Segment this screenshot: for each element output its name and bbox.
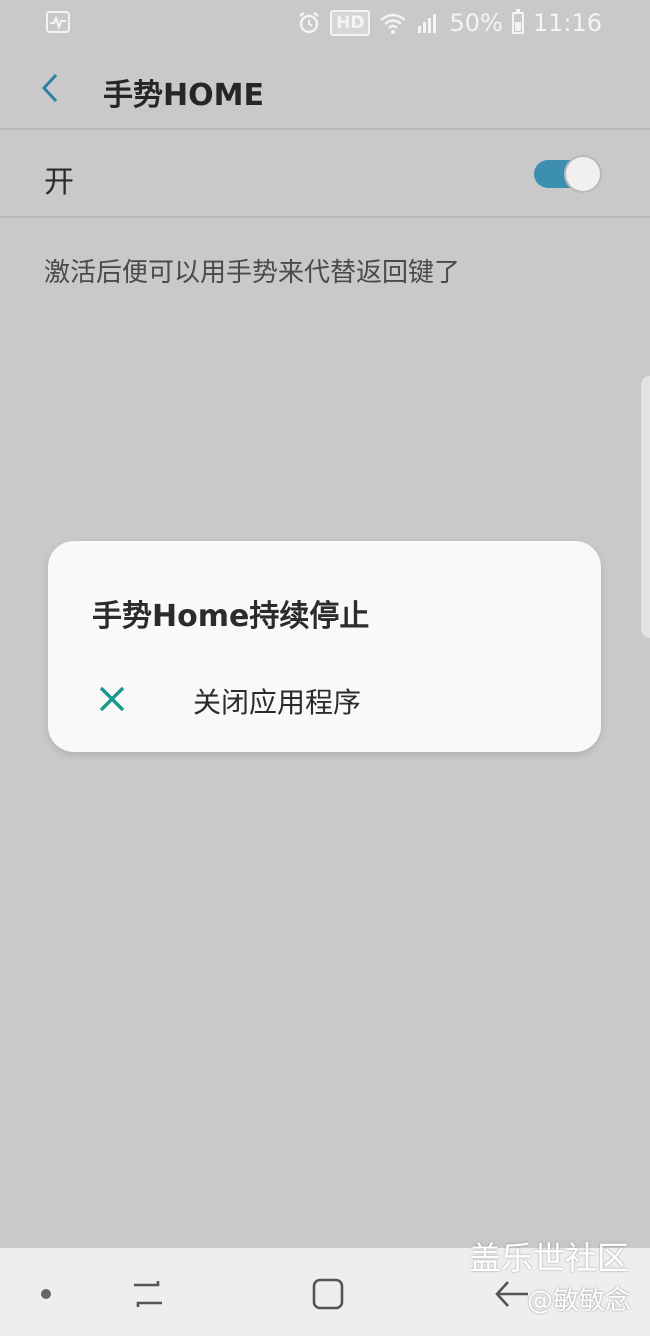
- signal-icon: [418, 14, 437, 33]
- home-icon: [312, 1278, 344, 1310]
- hd-badge: HD: [330, 10, 371, 36]
- close-icon: [99, 686, 125, 712]
- wifi-icon: [380, 13, 407, 34]
- back-icon: [495, 1281, 528, 1307]
- page-title: 手势HOME: [103, 78, 264, 113]
- dot-indicator-icon: [41, 1289, 51, 1299]
- home-button[interactable]: [306, 1272, 350, 1316]
- recent-apps-button[interactable]: [126, 1272, 170, 1316]
- status-bar: HD 50% 11:16: [0, 0, 650, 46]
- battery-icon: [511, 9, 524, 34]
- app-crash-dialog: 手势Home持续停止 关闭应用程序: [48, 541, 601, 752]
- header-divider: [0, 128, 650, 130]
- alarm-icon: [299, 12, 319, 34]
- master-toggle[interactable]: [534, 155, 602, 193]
- close-app-option[interactable]: 关闭应用程序: [48, 667, 601, 729]
- switch-label: 开: [44, 165, 74, 200]
- switch-divider: [0, 216, 650, 218]
- battery-percent: 50%: [449, 9, 503, 37]
- nav-dot-indicator[interactable]: [24, 1272, 68, 1316]
- clock: 11:16: [532, 9, 602, 37]
- recent-apps-icon: [134, 1281, 162, 1307]
- toggle-thumb: [564, 155, 602, 193]
- feature-description: 激活后便可以用手势来代替返回键了: [44, 258, 461, 288]
- battery-level-fill: [514, 22, 521, 31]
- dialog-title: 手势Home持续停止: [92, 599, 370, 634]
- activity-icon: [46, 11, 70, 33]
- back-button[interactable]: [30, 68, 70, 108]
- app-bar: 手势HOME: [0, 46, 650, 130]
- scroll-handle[interactable]: [641, 376, 650, 638]
- master-switch-row[interactable]: 开: [0, 131, 650, 217]
- watermark-author: @敏敏念: [527, 1286, 632, 1316]
- chevron-left-icon: [41, 73, 58, 103]
- watermark-community: 盖乐世社区: [469, 1239, 630, 1277]
- close-app-label: 关闭应用程序: [193, 686, 362, 719]
